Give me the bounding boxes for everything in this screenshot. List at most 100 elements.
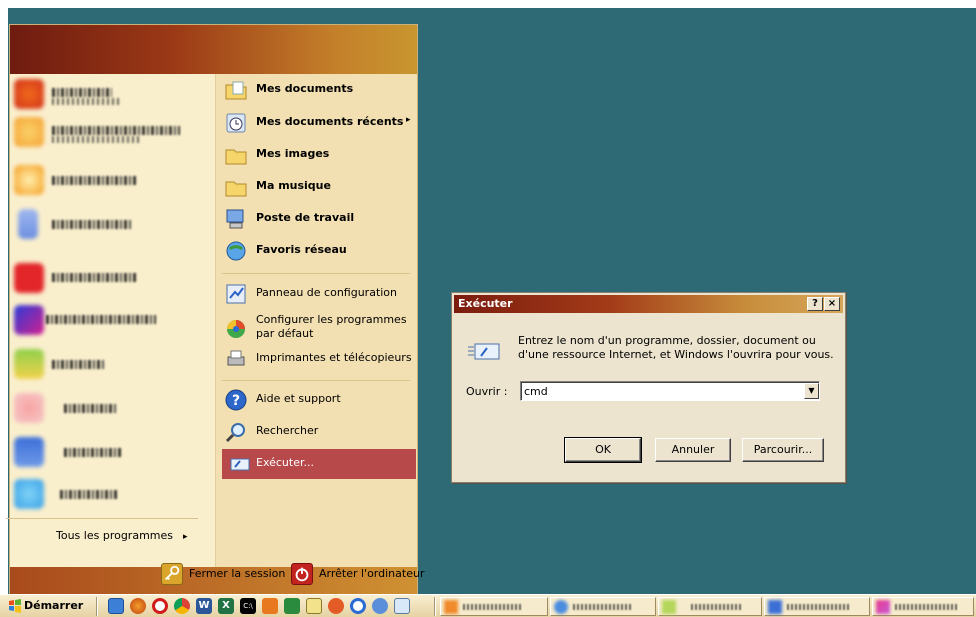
quicklaunch-app-icon[interactable] [394, 598, 410, 614]
program-icon [14, 305, 44, 335]
menu-item-label: Configurer les programmes [256, 313, 407, 326]
help-button[interactable]: ? [807, 297, 823, 311]
menu-item-help[interactable]: ? Aide et support [218, 385, 414, 415]
quicklaunch-app-icon[interactable] [350, 598, 366, 614]
blurred-label [52, 88, 112, 97]
pinned-program-10[interactable] [8, 476, 198, 512]
blurred-label [60, 490, 118, 499]
quicklaunch-app-icon[interactable] [284, 598, 300, 614]
program-icon [14, 263, 44, 293]
ok-button[interactable]: OK [564, 437, 642, 463]
program-icon [14, 79, 44, 109]
menu-item-my-documents[interactable]: Mes documents [218, 75, 414, 105]
blurred-label [895, 604, 959, 610]
svg-text:?: ? [232, 393, 240, 409]
taskbar-button[interactable] [550, 597, 656, 616]
cancel-button[interactable]: Annuler [655, 438, 731, 462]
task-app-icon [876, 600, 890, 614]
blurred-label [52, 360, 106, 369]
program-icon [14, 349, 44, 379]
shutdown-button[interactable]: Arrêter l'ordinateur [291, 561, 424, 587]
all-programs-button[interactable]: Tous les programmes ▸ [56, 525, 206, 547]
menu-item-label: Rechercher [256, 424, 319, 437]
pinned-program-8[interactable] [8, 390, 198, 426]
blurred-label [52, 220, 132, 229]
taskbar-button[interactable] [440, 597, 548, 616]
program-icon [14, 117, 44, 147]
my-music-icon [225, 181, 247, 197]
chevron-down-icon[interactable]: ▼ [804, 383, 819, 399]
program-icon [18, 209, 38, 239]
blurred-label [64, 404, 118, 413]
quicklaunch-excel-icon[interactable]: X [218, 598, 234, 614]
blurred-label [52, 176, 136, 185]
menu-item-my-computer[interactable]: Poste de travail [218, 204, 414, 234]
pinned-program-3[interactable] [8, 162, 198, 198]
pinned-program-2[interactable] [8, 114, 198, 150]
menu-item-printers[interactable]: Imprimantes et télécopieurs [218, 344, 414, 374]
run-icon [230, 458, 250, 471]
chevron-right-icon: ▸ [183, 532, 188, 542]
pinned-program-9[interactable] [8, 434, 198, 470]
logoff-label: Fermer la session [189, 567, 286, 580]
menu-item-recent-documents[interactable]: Mes documents récents ▸ [218, 108, 414, 138]
menu-item-label: Exécuter... [256, 456, 314, 469]
task-app-icon [444, 600, 458, 614]
quicklaunch-app-icon[interactable] [372, 598, 388, 614]
menu-item-search[interactable]: Rechercher [218, 417, 414, 447]
search-icon [225, 423, 245, 443]
my-computer-icon [226, 209, 244, 229]
quicklaunch-cmd-icon[interactable]: C:\ [240, 598, 256, 614]
taskbar-button[interactable] [764, 597, 870, 616]
quicklaunch-app-icon[interactable] [328, 598, 344, 614]
desktop: Tous les programmes ▸ Mes documents Mes d… [0, 0, 976, 617]
menu-item-my-pictures[interactable]: Mes images [218, 140, 414, 170]
taskbar-separator [434, 597, 436, 616]
quicklaunch-opera-icon[interactable] [152, 598, 168, 614]
taskbar-button[interactable] [658, 597, 762, 616]
printers-icon [227, 350, 245, 366]
pinned-program-6[interactable] [8, 302, 198, 338]
logoff-button[interactable]: Fermer la session [161, 561, 285, 587]
blurred-label [573, 604, 633, 610]
pinned-program-1[interactable] [8, 76, 198, 112]
open-input[interactable] [520, 381, 820, 401]
run-dialog-description: Entrez le nom d'un programme, dossier, d… [518, 334, 834, 361]
quicklaunch-firefox-icon[interactable] [130, 598, 146, 614]
menu-item-run[interactable]: Exécuter... [222, 449, 416, 479]
start-label: Démarrer [24, 599, 84, 612]
pinned-program-4[interactable] [8, 206, 198, 242]
menu-item-label: Ma musique [256, 179, 331, 192]
pinned-program-5[interactable] [8, 260, 198, 296]
quicklaunch-chrome-icon[interactable] [174, 598, 190, 614]
menu-separator [222, 273, 410, 274]
menu-item-default-programs[interactable]: Configurer les programmes par défaut [218, 310, 414, 346]
program-icon [14, 393, 44, 423]
pinned-program-7[interactable] [8, 346, 198, 382]
quicklaunch-ie-icon[interactable] [108, 598, 124, 614]
network-places-icon [226, 241, 246, 261]
close-button[interactable]: × [824, 297, 840, 311]
taskbar-button[interactable] [872, 597, 974, 616]
browse-button[interactable]: Parcourir... [742, 438, 824, 462]
start-menu-header [10, 25, 417, 74]
program-icon [14, 479, 44, 509]
run-dialog-titlebar[interactable]: Exécuter ? × [454, 295, 843, 313]
start-button[interactable]: Démarrer [6, 597, 90, 615]
menu-separator [222, 380, 410, 381]
run-icon [468, 343, 500, 360]
menu-item-my-music[interactable]: Ma musique [218, 172, 414, 202]
blurred-label [463, 604, 523, 610]
quicklaunch-word-icon[interactable]: W [196, 598, 212, 614]
power-icon [291, 563, 313, 585]
control-panel-icon [226, 284, 246, 304]
quicklaunch-notepad-icon[interactable] [306, 598, 322, 614]
program-icon [14, 437, 44, 467]
blurred-label [52, 273, 136, 282]
menu-item-network-places[interactable]: Favoris réseau [218, 236, 414, 266]
open-label: Ouvrir : [466, 385, 508, 398]
my-documents-icon [225, 81, 247, 100]
menu-item-control-panel[interactable]: Panneau de configuration [218, 279, 414, 309]
recent-documents-icon [226, 113, 246, 133]
quicklaunch-app-icon[interactable] [262, 598, 278, 614]
